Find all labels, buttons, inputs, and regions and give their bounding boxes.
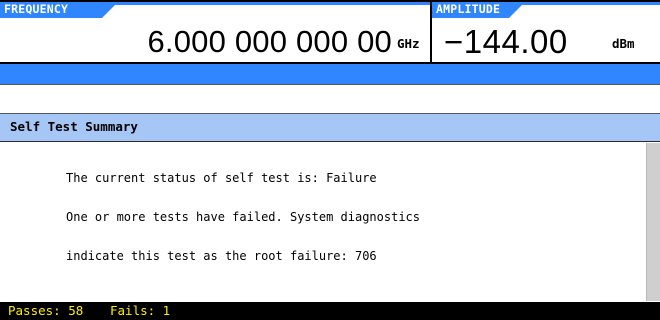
scrollbar-track[interactable] [646,143,660,301]
frequency-tab-strip [112,0,430,5]
amplitude-value: −144.00 [444,23,568,60]
amplitude-unit: dBm [612,36,635,51]
frequency-tab: FREQUENCY [0,0,102,18]
frequency-value: 6.000 000 000 00 [147,24,392,59]
fails-count: Fails: 1 [110,303,171,318]
amplitude-label: AMPLITUDE [436,2,501,16]
panel-title: Self Test Summary [10,119,138,134]
passes-count: Passes: 58 [8,303,84,318]
footer-status-bar: Passes: 58 Fails: 1 [0,302,660,320]
amplitude-tab: AMPLITUDE [432,0,509,18]
panel-title-bar: Self Test Summary [0,114,660,142]
message-bar [0,84,660,114]
header-display: FREQUENCY AMPLITUDE 6.000 000 000 00 GHz… [0,0,660,64]
message-line: The current status of self test is: Fail… [66,171,377,185]
self-test-content: The current status of self test is: Fail… [0,143,660,301]
status-bar [0,64,660,84]
frequency-unit: GHz [397,36,420,51]
message-line: One or more tests have failed. System di… [66,210,421,224]
amplitude-tab-strip [519,0,660,5]
self-test-message: The current status of self test is: Fail… [66,146,420,289]
message-line: indicate this test as the root failure: … [66,249,377,263]
frequency-label: FREQUENCY [4,2,69,16]
